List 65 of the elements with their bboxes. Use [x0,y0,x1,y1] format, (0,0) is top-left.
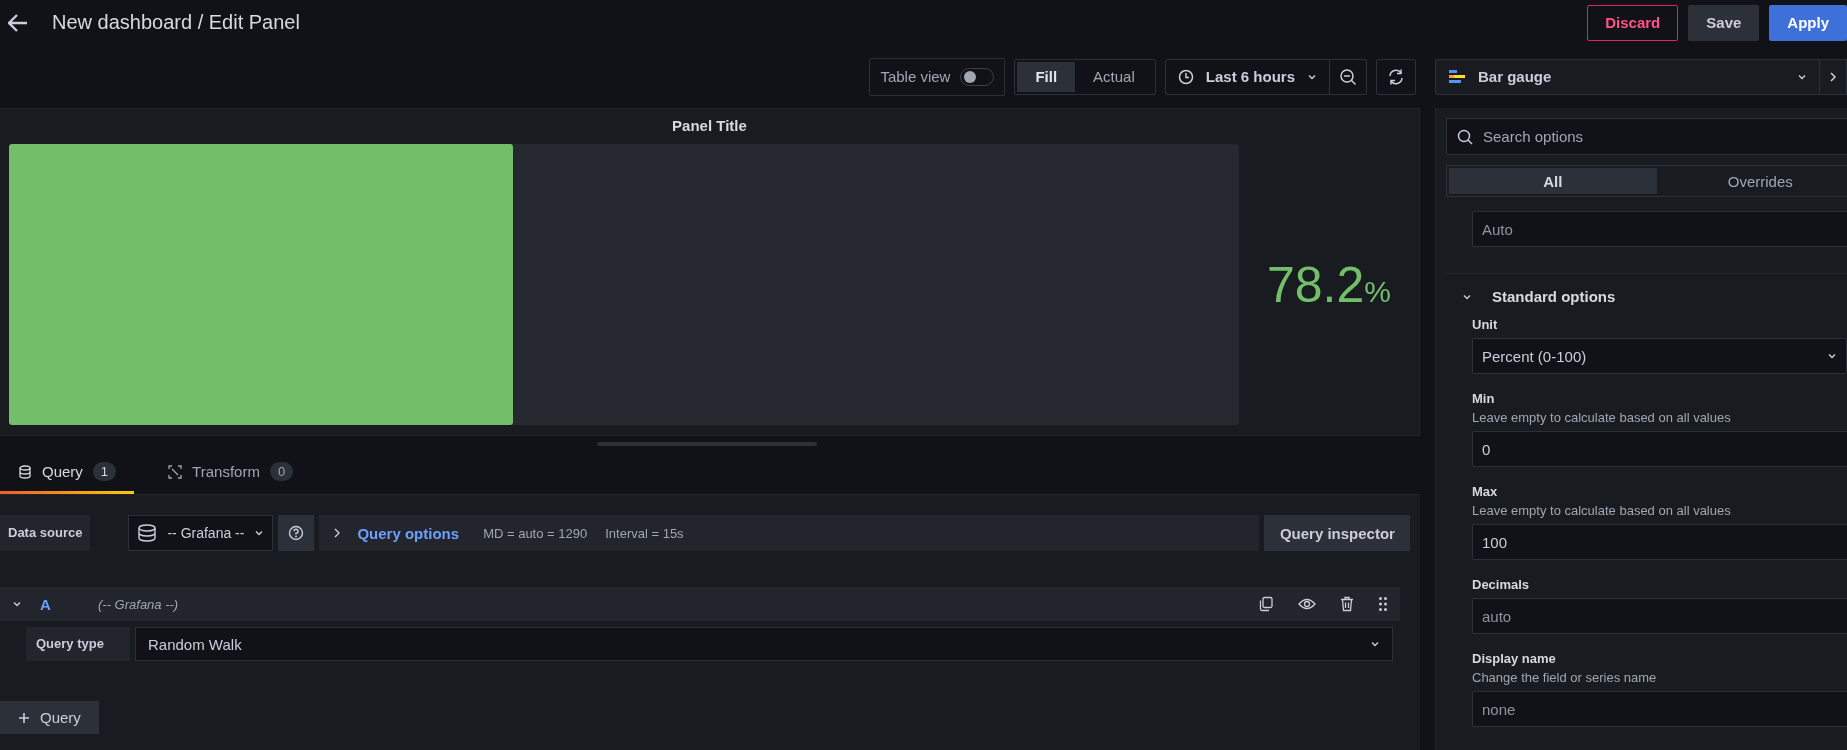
copy-icon[interactable] [1258,596,1274,612]
input-field[interactable]: 0 [1472,431,1847,467]
size-mode-option[interactable]: Actual [1075,61,1153,92]
page-title: New dashboard / Edit Panel [52,11,300,34]
trash-icon[interactable] [1340,596,1354,612]
field-description: Change the field or series name [1472,670,1658,685]
interval-text: Interval = 15s [605,525,684,541]
database-icon [137,524,158,542]
table-view-toggle[interactable]: Table view [869,57,1006,96]
zoom-out-icon [1339,67,1357,86]
search-input[interactable]: Search options [1481,127,1847,146]
data-source-label: Data source [0,515,91,551]
refresh-icon [1387,67,1405,86]
search-field[interactable]: Search options [1446,118,1847,155]
input-field[interactable]: none [1472,691,1847,727]
caret-icon [254,528,265,538]
unit-select[interactable]: Percent (0-100) [1472,338,1847,374]
input-field[interactable]: auto [1472,598,1847,634]
query-type-label: Query type [26,627,130,661]
size-mode-option[interactable]: Fill [1017,61,1076,92]
options-tab[interactable]: All [1449,168,1657,194]
visualization-picker[interactable]: Bar gauge [1435,58,1820,95]
field-label: Min [1472,391,1496,406]
section-header[interactable]: Standard options [1446,274,1847,305]
query-options-toggle[interactable]: Query options [357,524,460,542]
primary-button[interactable]: Apply [1769,4,1847,41]
field-description: Leave empty to calculate based on all values [1472,503,1732,518]
danger-button[interactable]: Discard [1587,4,1679,41]
drag-handle-icon[interactable] [1378,596,1388,612]
add-query-button[interactable]: Query [0,701,99,734]
search-icon [1457,128,1473,145]
max-data-points-text: MD = auto = 1290 [483,525,588,541]
resize-handle[interactable] [597,442,817,446]
caret-icon [1827,351,1837,361]
query-type-select[interactable]: Random Walk [135,627,1393,661]
field-label: Decimals [1472,577,1531,592]
transform-icon [168,464,183,479]
options-tab[interactable]: Overrides [1656,168,1847,194]
field-label: Display name [1472,651,1557,666]
eye-icon[interactable] [1298,597,1316,611]
field-label: Unit [1472,317,1499,332]
panel-title: Panel Title [671,116,748,136]
query-row-header[interactable]: A (-- Grafana --) [0,587,1400,621]
input-field[interactable]: 100 [1472,524,1847,560]
data-source-picker[interactable]: -- Grafana -- [128,515,274,551]
gauge-value: 78.2% [1266,255,1392,315]
field-label: Max [1472,484,1499,499]
secondary-button[interactable]: Save [1688,4,1760,41]
back-arrow-icon[interactable] [8,13,28,32]
clock-icon [1177,68,1194,85]
bar-gauge-icon [1448,68,1466,85]
help-icon [288,525,305,541]
query-inspector-button[interactable]: Query inspector [1264,515,1411,551]
help-button[interactable] [278,515,315,551]
query-source-text: (-- Grafana --) [98,596,179,612]
plus-icon [18,711,30,724]
database-icon [18,464,32,479]
refresh-button[interactable] [1376,58,1416,95]
query-ref-label: A [40,595,52,613]
input-field[interactable]: Auto [1472,211,1847,247]
chevron-right-icon[interactable] [1820,58,1847,95]
editor-tab[interactable]: Transform 0 [150,462,312,494]
field-description: Leave empty to calculate based on all values [1472,410,1732,425]
chevron-icon[interactable] [12,599,22,609]
caret-icon [1370,639,1380,649]
